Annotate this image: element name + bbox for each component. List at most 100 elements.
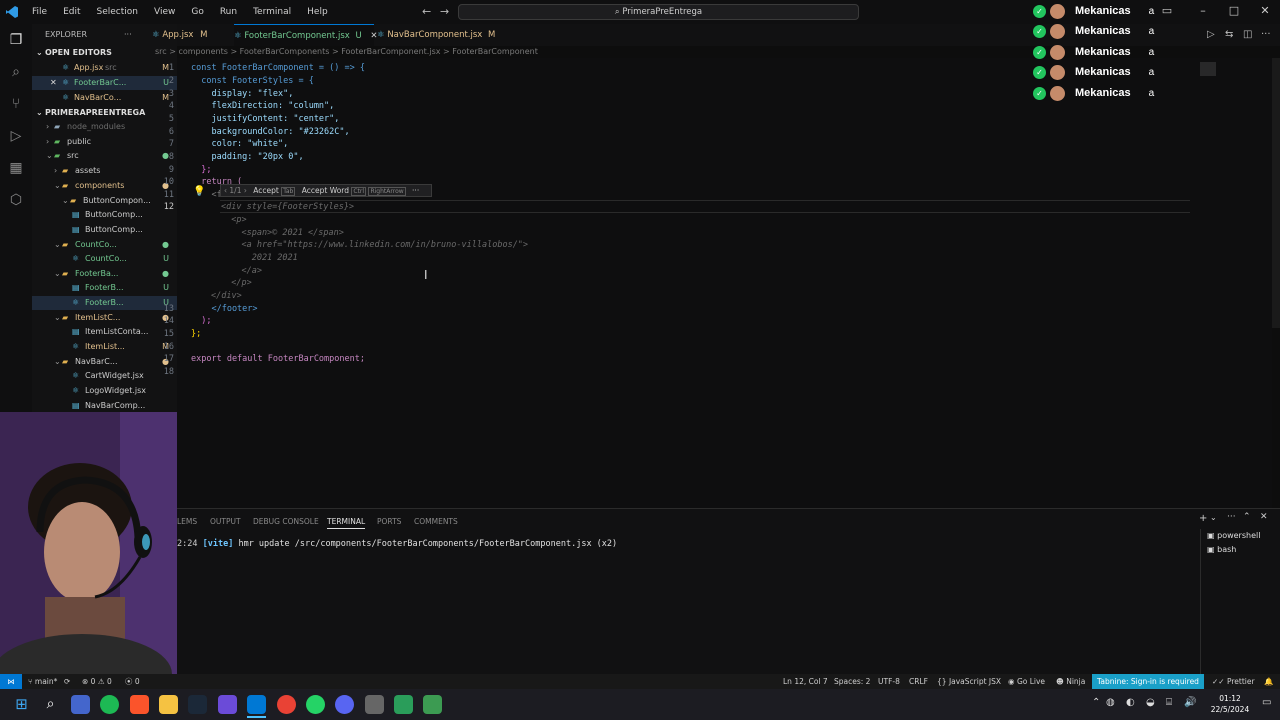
split-editor-icon[interactable]: ◫ <box>1243 29 1252 40</box>
tab-problems[interactable]: LEMS <box>177 517 197 526</box>
line-number: 4 <box>168 101 174 111</box>
line-number: 17 <box>163 354 174 364</box>
tab-output[interactable]: OUTPUT <box>210 517 241 526</box>
close-panel-icon[interactable]: ✕ <box>1260 512 1268 522</box>
go-live-button[interactable]: ◉ Go Live <box>1008 674 1045 689</box>
explorer-icon[interactable]: ❐ <box>6 30 26 50</box>
accept-button[interactable]: Accept <box>253 186 279 195</box>
menu-help[interactable]: Help <box>299 0 336 24</box>
volume-icon[interactable]: 🔊 <box>1184 697 1196 708</box>
terminal-output[interactable]: 2:24 [vite] hmr update /src/components/F… <box>177 539 617 549</box>
layout-icon[interactable]: ▭ <box>1155 4 1179 17</box>
clock[interactable]: 01:12 22/5/2024 <box>1205 693 1255 715</box>
discord-icon[interactable] <box>335 695 354 714</box>
brave-icon[interactable] <box>130 695 149 714</box>
network-icon[interactable]: ⌸ <box>1166 697 1172 708</box>
file-explorer-icon[interactable] <box>159 695 178 714</box>
new-terminal-icon[interactable]: + <box>1199 513 1207 524</box>
keybinding: RightArrow <box>368 187 406 196</box>
maximize-panel-icon[interactable]: ⌃ <box>1243 512 1251 522</box>
keybinding: Tab <box>281 187 296 196</box>
language-mode[interactable]: {} JavaScript JSX <box>937 674 1001 689</box>
more-actions-icon[interactable]: ··· <box>412 186 419 195</box>
terminal-instance-bash[interactable]: ▣ bash <box>1207 545 1236 554</box>
indentation[interactable]: Spaces: 2 <box>834 674 870 689</box>
vscode-taskbar-icon[interactable] <box>247 695 266 714</box>
prettier-status[interactable]: ✓✓ Prettier <box>1212 674 1255 689</box>
encoding[interactable]: UTF-8 <box>878 674 900 689</box>
line-ending[interactable]: CRLF <box>909 674 928 689</box>
code-line: const FooterBarComponent = () => { <box>191 63 365 73</box>
ghost-suggestion-line: </div> <box>211 291 242 301</box>
tab-footerbar[interactable]: ⚛ FooterBarComponent.jsx U ✕ <box>234 24 378 46</box>
broadcast-icon: ⦿ <box>125 677 135 686</box>
menu-go[interactable]: Go <box>183 0 211 24</box>
more-actions-icon[interactable]: ··· <box>1227 512 1236 522</box>
steam-icon[interactable] <box>188 695 207 714</box>
app-icon[interactable] <box>423 695 442 714</box>
ninja-status[interactable]: ☻ Ninja <box>1056 674 1085 689</box>
line-number: 9 <box>168 165 174 175</box>
chevron-down-icon[interactable]: ⌄ <box>1210 513 1217 522</box>
line-number: 3 <box>168 89 174 99</box>
compare-icon[interactable]: ⇆ <box>1225 29 1233 40</box>
line-number: 2 <box>168 76 174 86</box>
app-icon[interactable] <box>394 695 413 714</box>
app-icon[interactable] <box>365 695 384 714</box>
back-arrow-icon[interactable]: ← <box>422 5 431 18</box>
maximize-button[interactable]: □ <box>1222 4 1246 17</box>
tab-debug-console[interactable]: DEBUG CONSOLE <box>253 517 319 526</box>
forward-arrow-icon[interactable]: → <box>440 5 449 18</box>
breadcrumb[interactable]: src > components > FooterBarComponents >… <box>155 47 538 56</box>
menu-run[interactable]: Run <box>212 0 245 24</box>
accept-word-button[interactable]: Accept Word <box>302 186 349 195</box>
tab-comments[interactable]: COMMENTS <box>414 517 458 526</box>
tray-icon[interactable]: ◍ <box>1106 697 1115 708</box>
spotify-icon[interactable] <box>100 695 119 714</box>
ports-status[interactable]: ⦿ 0 <box>125 674 140 689</box>
problems-status[interactable]: ⊗ 0 ⚠ 0 <box>82 674 112 689</box>
search-icon[interactable]: ⌕ <box>41 695 60 714</box>
terminal-instance-powershell[interactable]: ▣ powershell <box>1207 531 1260 540</box>
more-actions-icon[interactable]: ··· <box>124 28 132 42</box>
notifications-bell-icon[interactable]: 🔔 <box>1264 674 1273 689</box>
tab-terminal[interactable]: TERMINAL <box>327 517 366 529</box>
close-window-button[interactable]: ✕ <box>1253 4 1277 17</box>
editor-scrollbar[interactable] <box>1272 58 1280 328</box>
next-suggestion-icon[interactable]: › <box>244 186 247 195</box>
minimap[interactable] <box>1200 62 1216 76</box>
branch-status[interactable]: ⑂ main* <box>28 674 57 689</box>
check-icon: ✓ <box>1033 4 1046 18</box>
menu-edit[interactable]: Edit <box>55 0 88 24</box>
minimize-button[interactable]: – <box>1191 4 1215 17</box>
tab-navbar[interactable]: ⚛ NavBarComponent.jsx M <box>377 24 495 46</box>
sync-icon[interactable]: ⟳ <box>64 674 70 689</box>
menu-terminal[interactable]: Terminal <box>245 0 299 24</box>
chevron-up-icon[interactable]: ⌃ <box>1092 697 1100 708</box>
tab-ports[interactable]: PORTS <box>377 517 401 526</box>
code-line: justifyContent: "center", <box>191 114 340 124</box>
run-icon[interactable]: ▷ <box>1207 29 1215 40</box>
app-icon[interactable] <box>218 695 237 714</box>
tab-app[interactable]: ⚛ App.jsx M <box>152 24 234 46</box>
tabnine-status[interactable]: Tabnine: Sign-in is required <box>1092 674 1204 689</box>
notifications-icon[interactable]: ▭ <box>1262 697 1271 708</box>
error-icon: ⊗ <box>82 677 91 686</box>
prev-suggestion-icon[interactable]: ‹ <box>224 186 227 195</box>
webcam-overlay <box>0 412 177 674</box>
lightbulb-icon[interactable]: 💡 <box>193 186 205 197</box>
menu-selection[interactable]: Selection <box>89 0 146 24</box>
remote-indicator-icon[interactable]: ⋈ <box>0 674 22 689</box>
app-icon[interactable] <box>71 695 90 714</box>
menu-view[interactable]: View <box>146 0 183 24</box>
menu-file[interactable]: File <box>24 0 55 24</box>
whatsapp-icon[interactable] <box>306 695 325 714</box>
more-actions-icon[interactable]: ··· <box>1261 29 1271 40</box>
tray-icon[interactable]: ◒ <box>1146 697 1155 708</box>
tray-icon[interactable]: ◐ <box>1126 697 1135 708</box>
windows-start-icon[interactable]: ⊞ <box>12 695 31 714</box>
suggestion-counter: 1/1 <box>229 186 242 195</box>
cursor-position[interactable]: Ln 12, Col 7 <box>783 674 828 689</box>
command-center-search[interactable]: ⌕ PrimeraPreEntrega <box>458 4 859 20</box>
chrome-icon[interactable] <box>277 695 296 714</box>
